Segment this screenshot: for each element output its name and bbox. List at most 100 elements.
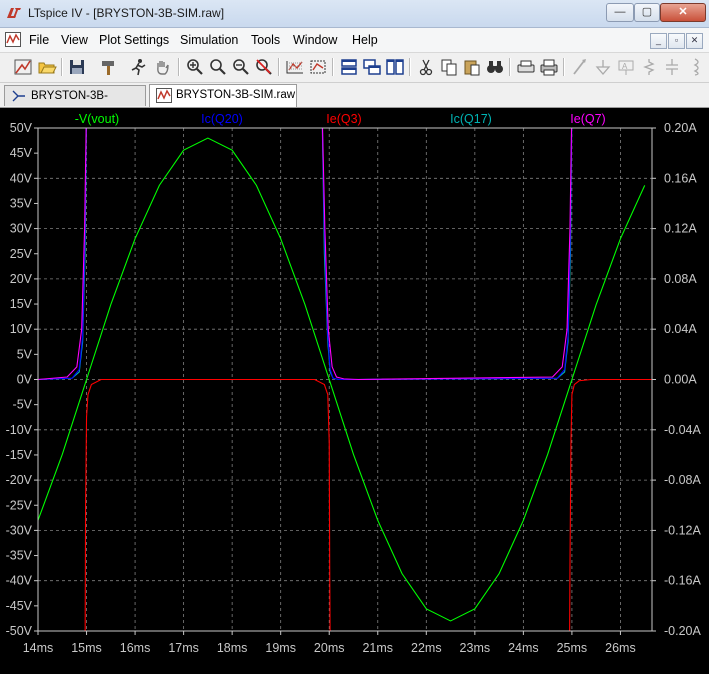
waveform-plot[interactable]: 50V 45V 40V 35V 30V 25V 20V 15V 10V 5V 0V -5V -10V -1… — [0, 108, 709, 674]
copy-icon[interactable] — [438, 57, 460, 77]
y-right-tick-label: 0.16A — [664, 171, 697, 185]
zoom-out-icon[interactable] — [230, 57, 252, 77]
tile-vertical-icon[interactable] — [384, 57, 406, 77]
menu-tools[interactable]: Tools — [251, 33, 280, 47]
menu-window[interactable]: Window — [293, 33, 337, 47]
tab-schematic[interactable]: BRYSTON-3B-SIM.asc — [4, 85, 146, 123]
y-right-tick-label: -0.04A — [664, 423, 701, 437]
svg-text:A: A — [622, 62, 628, 71]
tab-waveform[interactable]: BRYSTON-3B-SIM.raw — [149, 84, 297, 107]
trace-ic-q17 — [38, 128, 573, 381]
run-icon[interactable] — [127, 57, 149, 77]
y-right-tick-label: 0.08A — [664, 272, 697, 286]
legend-trace-label[interactable]: Ic(Q17) — [450, 112, 492, 126]
x-tick-label: 22ms — [411, 641, 442, 655]
fit-icon[interactable] — [307, 57, 329, 77]
trace-legend[interactable]: -V(vout) Ic(Q20) Ie(Q3) Ic(Q17) Ie(Q7) — [75, 112, 606, 126]
toolbar-separator — [563, 58, 565, 76]
left-axis-labels: 50V 45V 40V 35V 30V 25V 20V 15V 10V 5V 0V -5V -10V -1… — [6, 121, 38, 638]
menu-view[interactable]: View — [61, 33, 88, 47]
x-tick-label: 23ms — [460, 641, 491, 655]
y-left-tick-label: -50V — [6, 624, 33, 638]
y-left-tick-label: -35V — [6, 549, 33, 563]
label-net-icon[interactable]: A — [615, 57, 637, 77]
pan-hand-icon[interactable] — [152, 57, 174, 77]
x-tick-label: 24ms — [508, 641, 539, 655]
x-tick-label: 19ms — [265, 641, 296, 655]
cut-icon[interactable] — [415, 57, 437, 77]
toolbar-separator — [409, 58, 411, 76]
title-bar: LTspice IV - [BRYSTON-3B-SIM.raw] — ▢ ✕ — [0, 0, 709, 28]
x-tick-label: 20ms — [314, 641, 345, 655]
save-icon[interactable] — [66, 57, 88, 77]
toolbar-separator — [61, 58, 63, 76]
y-left-tick-label: -45V — [6, 599, 33, 613]
toolbar-separator — [332, 58, 334, 76]
legend-trace-label[interactable]: Ie(Q7) — [570, 112, 605, 126]
y-right-tick-label: 0.04A — [664, 322, 697, 336]
y-left-tick-label: 30V — [10, 222, 33, 236]
wire-icon[interactable] — [569, 57, 591, 77]
legend-trace-label[interactable]: Ic(Q20) — [201, 112, 243, 126]
wire-pen-icon[interactable] — [12, 57, 34, 77]
y-left-tick-label: -20V — [6, 473, 33, 487]
y-left-tick-label: 25V — [10, 247, 33, 261]
menu-file[interactable]: File — [29, 33, 49, 47]
menu-plot-settings[interactable]: Plot Settings — [99, 33, 169, 47]
menu-simulation[interactable]: Simulation — [180, 33, 238, 47]
trace-ie-q7 — [38, 128, 573, 381]
print-setup-icon[interactable] — [515, 57, 537, 77]
mdi-minimize-button[interactable]: _ — [650, 33, 667, 49]
y-left-tick-label: 50V — [10, 121, 33, 135]
y-left-tick-label: -40V — [6, 574, 33, 588]
y-left-tick-label: 40V — [10, 171, 33, 185]
waveform-doc-icon — [156, 88, 172, 103]
y-left-tick-label: 5V — [17, 347, 33, 361]
ground-icon[interactable] — [592, 57, 614, 77]
print-icon[interactable] — [538, 57, 560, 77]
y-right-tick-label: -0.20A — [664, 624, 701, 638]
waveform-viewer[interactable]: 50V 45V 40V 35V 30V 25V 20V 15V 10V 5V 0V -5V -10V -1… — [0, 108, 709, 674]
resistor-icon[interactable] — [638, 57, 660, 77]
x-tick-label: 14ms — [23, 641, 54, 655]
cascade-icon[interactable] — [361, 57, 383, 77]
legend-trace-label[interactable]: -V(vout) — [75, 112, 119, 126]
paste-icon[interactable] — [461, 57, 483, 77]
y-right-tick-label: -0.12A — [664, 523, 701, 537]
inductor-icon[interactable] — [684, 57, 706, 77]
mdi-restore-button[interactable]: ▫ — [668, 33, 685, 49]
zoom-in-icon[interactable] — [184, 57, 206, 77]
trace-ic-q20 — [38, 128, 573, 381]
y-left-tick-label: -30V — [6, 523, 33, 537]
right-axis-labels: 0.20A 0.16A 0.12A 0.08A 0.04A 0.00A -0.04A -0.0… — [652, 121, 701, 638]
menu-help[interactable]: Help — [352, 33, 378, 47]
minimize-button[interactable]: — — [606, 3, 634, 22]
zoom-area-icon[interactable] — [207, 57, 229, 77]
y-left-tick-label: -10V — [6, 423, 33, 437]
window-title: LTspice IV - [BRYSTON-3B-SIM.raw] — [28, 6, 225, 20]
trace-group — [38, 128, 652, 631]
y-left-tick-label: -25V — [6, 498, 33, 512]
find-icon[interactable] — [484, 57, 506, 77]
autorange-icon[interactable] — [284, 57, 306, 77]
open-folder-icon[interactable] — [36, 57, 58, 77]
ltspice-logo-icon — [7, 8, 21, 18]
y-left-tick-label: 20V — [10, 272, 33, 286]
y-right-tick-label: 0.20A — [664, 121, 697, 135]
close-button[interactable]: ✕ — [660, 3, 706, 22]
y-left-tick-label: 0V — [17, 373, 33, 387]
x-tick-label: 16ms — [120, 641, 151, 655]
y-left-tick-label: 10V — [10, 322, 33, 336]
toolbar: A — [0, 53, 709, 83]
zoom-cancel-icon[interactable] — [253, 57, 275, 77]
legend-trace-label[interactable]: Ie(Q3) — [326, 112, 361, 126]
capacitor-icon[interactable] — [661, 57, 683, 77]
x-tick-label: 17ms — [168, 641, 199, 655]
x-tick-label: 15ms — [71, 641, 102, 655]
mdi-close-button[interactable]: ✕ — [686, 33, 703, 49]
tile-horizontal-icon[interactable] — [338, 57, 360, 77]
x-tick-label: 25ms — [557, 641, 588, 655]
hammer-icon[interactable] — [97, 57, 119, 77]
schematic-icon — [12, 90, 25, 102]
maximize-button[interactable]: ▢ — [634, 3, 660, 22]
